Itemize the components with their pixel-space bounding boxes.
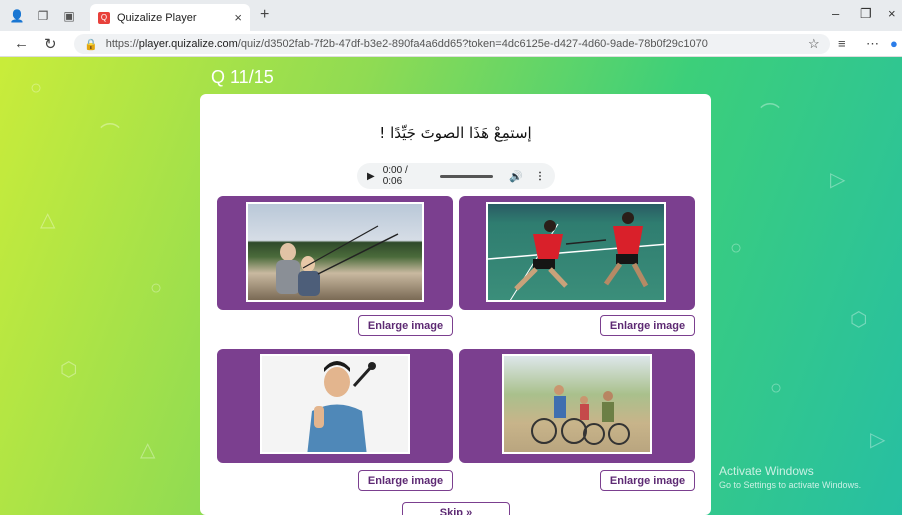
skip-button[interactable]: Skip » <box>402 502 510 515</box>
address-bar: ← ↻ 🔒 https://player.quizalize.com/quiz/… <box>0 31 902 57</box>
singer-figure <box>307 361 376 452</box>
decor-shape: ⌒ <box>760 103 780 125</box>
question-card: إستمِعْ هَذَا الصوتَ جَيِّدًا ! ▶ 0:00 /… <box>200 94 711 515</box>
back-icon[interactable]: ← <box>14 35 29 52</box>
minimize-icon[interactable]: – <box>832 6 839 21</box>
answer-option-4[interactable] <box>459 349 695 463</box>
new-tab-icon[interactable]: + <box>260 6 269 24</box>
decor-shape: ○ <box>770 377 783 399</box>
watermark-subtitle: Go to Settings to activate Windows. <box>719 480 862 490</box>
decor-shape: ○ <box>150 277 163 299</box>
play-icon[interactable]: ▶ <box>367 171 375 182</box>
close-window-icon[interactable]: × <box>888 6 896 21</box>
decor-shape: ▷ <box>870 429 886 451</box>
decor-shape: ⬡ <box>60 359 78 381</box>
cyclists-image <box>502 354 652 454</box>
browser-tab[interactable]: Q Quizalize Player × <box>90 4 250 31</box>
volume-icon[interactable]: 🔊 <box>509 170 523 183</box>
tab-actions-icon[interactable]: ▣ <box>60 7 78 25</box>
quiz-page: ○ ⌒ △ ○ ⬡ △ ⌒ ▷ ○ ⬡ ○ ▷ Q 11/15 إستمِعْ … <box>0 57 902 515</box>
decor-shape: △ <box>40 209 56 231</box>
watermark-title: Activate Windows <box>719 464 814 478</box>
decor-shape: ⬡ <box>850 309 868 331</box>
answer-option-1[interactable] <box>217 196 453 310</box>
decor-shape: ○ <box>30 77 43 99</box>
audio-time: 0:00 / 0:06 <box>382 165 408 187</box>
fishing-image <box>246 202 424 302</box>
question-text: إستمِعْ هَذَا الصوتَ جَيِّدًا ! <box>379 124 532 142</box>
close-tab-icon[interactable]: × <box>234 10 242 25</box>
url-host: player.quizalize.com <box>138 38 238 50</box>
enlarge-image-button-3[interactable]: Enlarge image <box>358 470 453 491</box>
collections-icon[interactable]: ❐ <box>34 7 52 25</box>
enlarge-image-button-1[interactable]: Enlarge image <box>358 315 453 336</box>
decor-shape: △ <box>140 439 156 461</box>
restore-icon[interactable]: ❐ <box>860 6 872 22</box>
more-menu-icon[interactable]: ⋯ <box>866 36 879 52</box>
quizalize-favicon-icon: Q <box>98 11 110 24</box>
activate-windows-watermark: Activate Windows Go to Settings to activ… <box>719 464 861 490</box>
badminton-figures <box>488 212 664 300</box>
decor-shape: ○ <box>730 237 743 259</box>
decor-shape: ⌒ <box>100 123 120 145</box>
badminton-image <box>486 202 666 302</box>
fishing-figures <box>276 225 399 296</box>
audio-player[interactable]: ▶ 0:00 / 0:06 🔊 ⋮ <box>357 163 555 189</box>
tab-title: Quizalize Player <box>117 11 197 24</box>
singer-image <box>260 354 410 454</box>
decor-shape: ▷ <box>830 169 846 191</box>
enlarge-image-button-2[interactable]: Enlarge image <box>600 315 695 336</box>
cyclists-figures <box>531 385 630 445</box>
url-path: /quiz/d3502fab-7f2b-47df-b3e2-890fa4a6dd… <box>237 38 708 50</box>
favorites-list-icon[interactable]: ≡ <box>838 36 846 51</box>
lock-icon: 🔒 <box>84 38 98 51</box>
url-field[interactable]: 🔒 https://player.quizalize.com/quiz/d350… <box>74 34 830 54</box>
answer-option-3[interactable] <box>217 349 453 463</box>
audio-seek-bar[interactable] <box>439 174 494 178</box>
answer-option-2[interactable] <box>459 196 695 310</box>
favorite-star-icon[interactable]: ☆ <box>808 36 820 52</box>
profile-icon[interactable]: 👤 <box>8 7 26 25</box>
enlarge-image-button-4[interactable]: Enlarge image <box>600 470 695 491</box>
copilot-icon[interactable]: ● <box>890 36 898 51</box>
url-prefix: https:// <box>105 38 139 50</box>
question-progress: Q 11/15 <box>211 67 274 87</box>
refresh-icon[interactable]: ↻ <box>44 35 57 53</box>
audio-more-icon[interactable]: ⋮ <box>535 171 545 182</box>
